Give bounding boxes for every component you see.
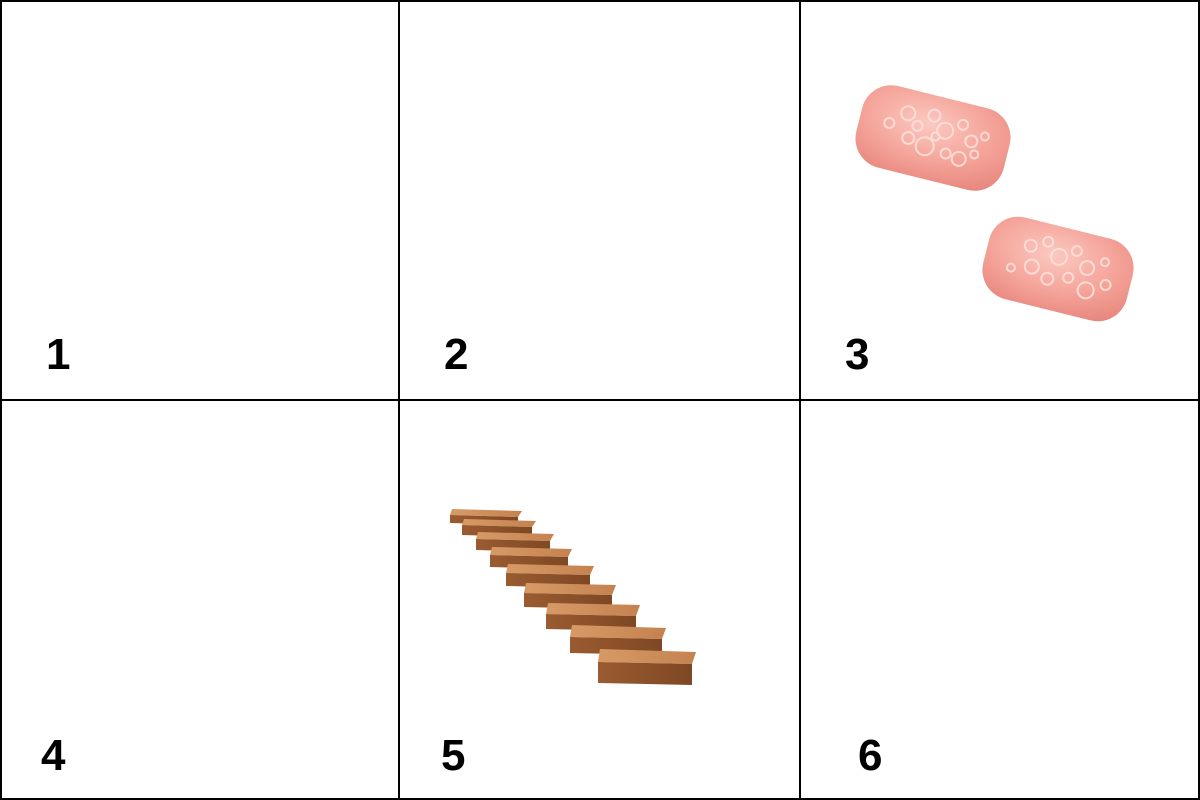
grid-cell-4[interactable]: 4 xyxy=(2,401,400,798)
grid-cell-2[interactable]: 2 xyxy=(400,2,801,401)
grid-cell-1[interactable]: 1 xyxy=(2,2,400,401)
cell-number-6: 6 xyxy=(858,731,883,780)
cell-number-4: 4 xyxy=(41,731,66,780)
cell-number-1: 1 xyxy=(46,330,71,379)
cell-number-2: 2 xyxy=(444,330,469,379)
image-grid: 1 2 3 4 5 6 xyxy=(0,0,1200,800)
cell-number-3: 3 xyxy=(845,330,870,379)
grid-cell-3[interactable]: 3 xyxy=(801,2,1198,401)
grid-cell-6[interactable]: 6 xyxy=(801,401,1198,798)
cell-number-5: 5 xyxy=(441,731,466,780)
grid-cell-5[interactable]: 5 xyxy=(400,401,801,798)
